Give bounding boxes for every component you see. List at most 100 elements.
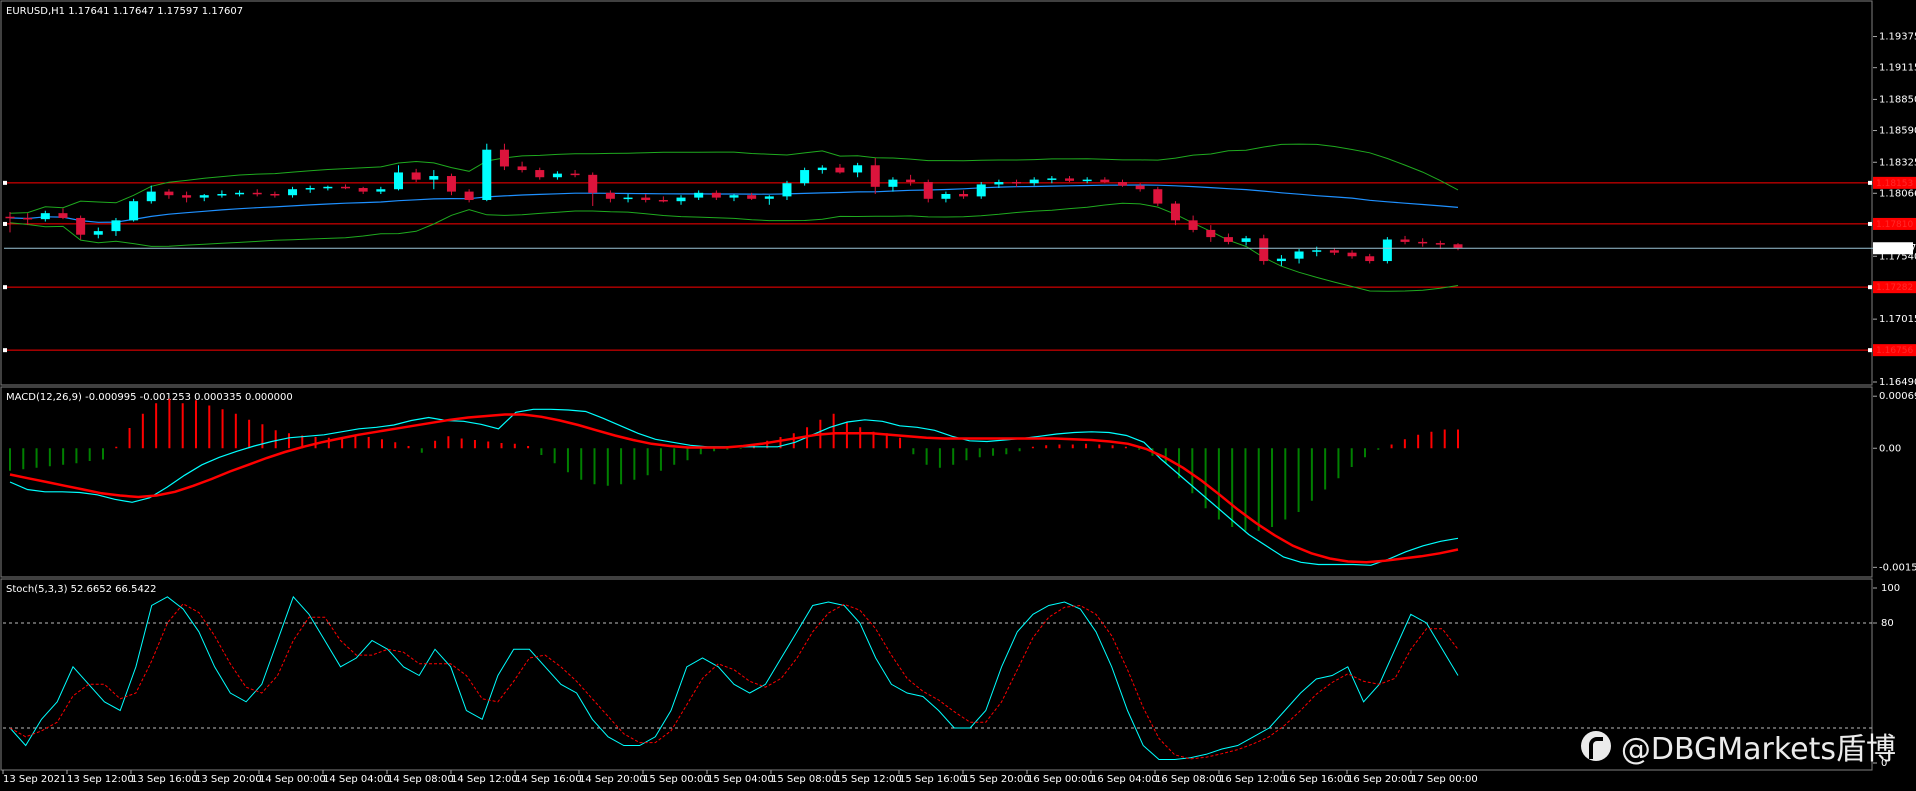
candle-body <box>217 194 227 196</box>
candle-body <box>888 179 898 187</box>
candle-body <box>959 194 969 197</box>
candle-body <box>1029 179 1039 184</box>
candle-body <box>40 213 50 220</box>
candle-body <box>1400 239 1410 242</box>
time-tick-label: 13 Sep 2021 <box>3 774 66 785</box>
time-tick-label: 16 Sep 20:00 <box>1347 774 1414 785</box>
candles <box>5 143 1463 266</box>
level-handle-right <box>1868 348 1872 353</box>
time-tick-label: 15 Sep 16:00 <box>899 774 966 785</box>
candle-body <box>711 192 721 198</box>
stoch-panel-label: Stoch(5,3,3) 52.6652 66.5422 <box>6 584 157 595</box>
candle-body <box>464 191 474 200</box>
candle-body <box>164 191 174 196</box>
candle-body <box>994 182 1004 185</box>
candle-body <box>1347 252 1357 257</box>
level-flag-label: 1.16756 <box>1876 346 1913 356</box>
horizontal-levels: 1.18153 1.17810 1.17282 1.16756 <box>3 176 1916 357</box>
candle-body <box>1153 189 1163 204</box>
level-handle-right <box>1868 180 1872 185</box>
level-handle-left <box>3 221 7 226</box>
candle-body <box>235 192 245 195</box>
candle-body <box>411 172 421 180</box>
candle-body <box>535 170 545 178</box>
price-tick-label: 1.19115 <box>1879 63 1916 74</box>
candle-body <box>1223 237 1233 242</box>
time-tick-label: 14 Sep 04:00 <box>323 774 390 785</box>
level-handle-left <box>3 285 7 290</box>
candle-body <box>729 195 739 198</box>
time-tick-label: 15 Sep 12:00 <box>835 774 902 785</box>
candle-body <box>906 179 916 183</box>
candle-body <box>658 199 668 202</box>
price-tick-label: 1.18325 <box>1879 157 1916 168</box>
time-tick-label: 16 Sep 04:00 <box>1091 774 1158 785</box>
candle-body <box>1135 185 1145 190</box>
time-tick-label: 14 Sep 12:00 <box>451 774 518 785</box>
macd-line <box>9 408 1459 566</box>
candle-body <box>270 194 280 196</box>
macd-tick-label: 0.000694 <box>1879 391 1916 402</box>
candle-body <box>499 149 509 167</box>
stoch-main-line <box>9 595 1459 760</box>
candle-body <box>1100 179 1110 183</box>
candle-body <box>605 192 615 199</box>
candle-body <box>1329 250 1339 253</box>
level-flag-label: 1.17810 <box>1876 220 1913 230</box>
candle-body <box>23 217 33 220</box>
time-tick-label: 17 Sep 00:00 <box>1411 774 1478 785</box>
watermark: @DBGMarkets盾博 <box>1580 724 1896 768</box>
band-upper <box>9 143 1459 214</box>
candle-body <box>305 188 315 190</box>
candle-body <box>446 176 456 192</box>
candle-body <box>1012 182 1022 184</box>
moving-average <box>9 184 1459 223</box>
time-tick-label: 15 Sep 00:00 <box>643 774 710 785</box>
candle-body <box>1047 178 1057 180</box>
price-panel-frame <box>0 0 1873 386</box>
candle-body <box>747 195 757 199</box>
candle-body <box>5 216 15 219</box>
candle-body <box>1170 203 1180 221</box>
time-axis: 13 Sep 2021 13 Sep 12:0013 Sep 16:0013 Se… <box>2 770 1478 785</box>
time-tick-label: 14 Sep 00:00 <box>259 774 326 785</box>
candle-body <box>764 196 774 199</box>
candle-body <box>393 172 403 190</box>
candle-body <box>517 166 527 171</box>
bollinger-bands <box>9 143 1459 292</box>
candle-body <box>323 186 333 189</box>
candle-body <box>853 165 863 173</box>
candle-body <box>358 188 368 192</box>
candle-body <box>1082 179 1092 182</box>
chart-canvas[interactable]: EURUSD,H1 1.17641 1.17647 1.17597 1.1760… <box>0 0 1916 791</box>
dbg-logo-icon <box>1580 731 1611 761</box>
price-panel-label: EURUSD,H1 1.17641 1.17647 1.17597 1.1760… <box>6 6 243 17</box>
candle-body <box>1382 239 1392 262</box>
candle-body <box>552 173 562 178</box>
candle-body <box>800 170 810 184</box>
candle-body <box>1065 178 1075 181</box>
stoch-signal-line <box>9 603 1459 760</box>
candle-body <box>146 191 156 202</box>
candle-body <box>588 174 598 193</box>
candle-body <box>482 149 492 200</box>
candle-body <box>376 189 386 192</box>
candle-body <box>1276 258 1286 262</box>
price-axis: 1.19375 1.19115 1.18850 1.18590 1.18325 1.180… <box>1873 32 1916 388</box>
time-tick-label: 15 Sep 04:00 <box>707 774 774 785</box>
time-tick-label: 16 Sep 00:00 <box>1027 774 1094 785</box>
candle-body <box>817 167 827 171</box>
candle-body <box>641 197 651 200</box>
current-price-label: 1.17607 <box>1875 243 1916 254</box>
price-tick-label: 1.18590 <box>1879 126 1916 137</box>
time-tick-label: 15 Sep 20:00 <box>963 774 1030 785</box>
price-tick-label: 1.19375 <box>1879 32 1916 43</box>
candle-body <box>676 197 686 202</box>
level-handle-right <box>1868 285 1872 290</box>
candle-body <box>782 183 792 197</box>
candle-body <box>111 220 121 232</box>
price-tick-label: 1.18066 <box>1879 188 1916 199</box>
candle-body <box>58 213 68 218</box>
candle-body <box>1259 238 1269 262</box>
candle-body <box>199 195 209 198</box>
